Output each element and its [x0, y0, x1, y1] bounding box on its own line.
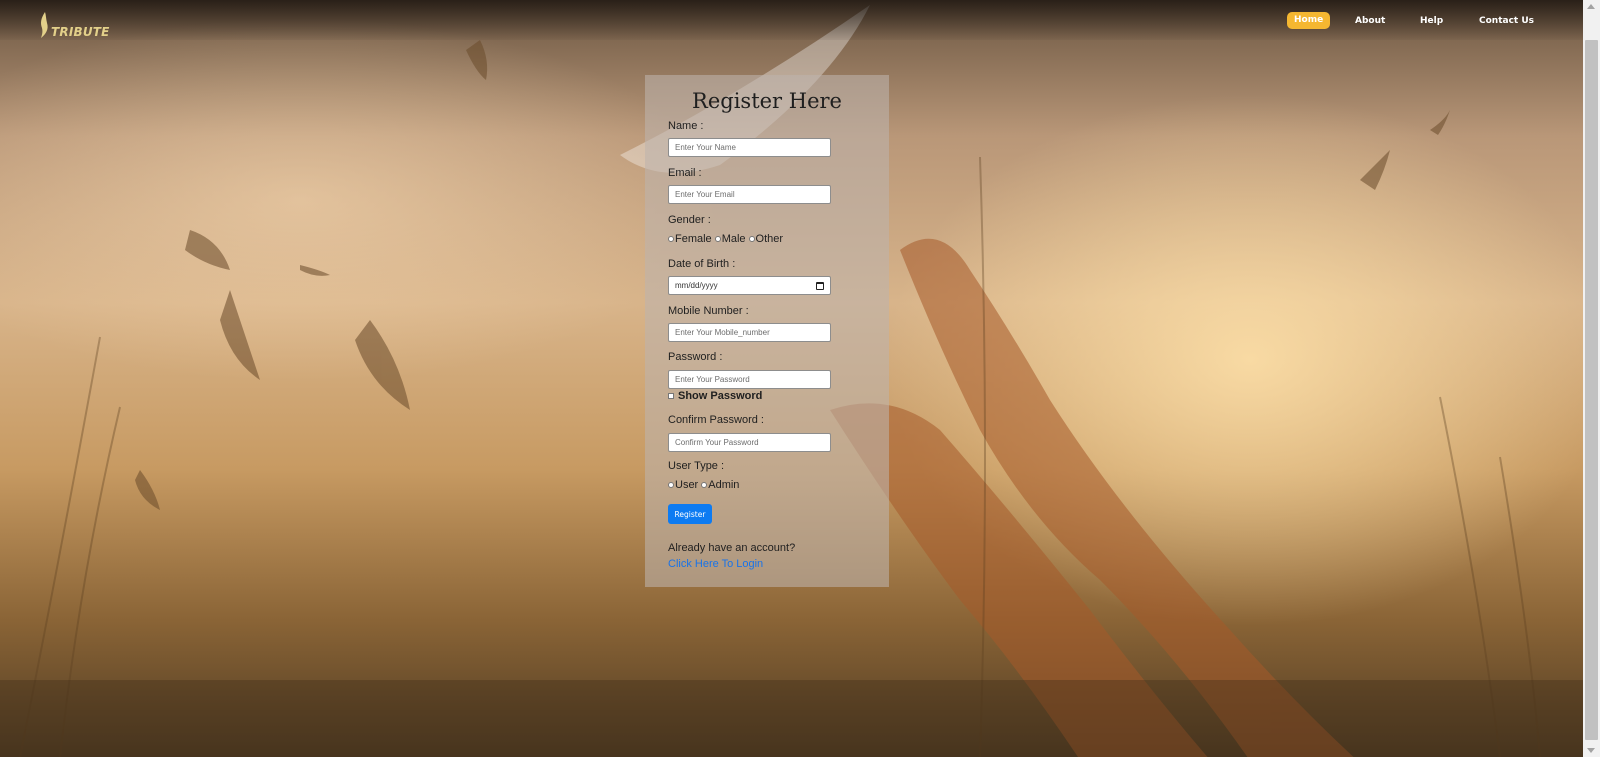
confirm-password-label: Confirm Password : [668, 414, 764, 426]
show-password-checkbox[interactable] [668, 393, 674, 399]
mobile-input[interactable] [668, 323, 831, 342]
brand-name: TRIBUTE [51, 25, 110, 39]
register-button[interactable]: Register [668, 504, 712, 524]
scrollbar[interactable] [1583, 0, 1600, 757]
radio-female-label: Female [675, 233, 712, 245]
gender-label: Gender : [668, 214, 711, 226]
email-input[interactable] [668, 185, 831, 204]
radio-user[interactable] [668, 482, 674, 488]
scroll-thumb[interactable] [1585, 40, 1598, 740]
form-title: Register Here [692, 89, 842, 113]
user-type-options: User Admin [667, 479, 739, 491]
register-form: Register Here Name : Email : Gender : Fe… [645, 75, 889, 587]
nav-contact-us[interactable]: Contact Us [1479, 12, 1534, 30]
user-type-label: User Type : [668, 460, 725, 472]
login-link[interactable]: Click Here To Login [668, 558, 763, 570]
dob-placeholder: mm/dd/yyyy [675, 281, 718, 290]
password-label: Password : [668, 351, 723, 363]
account-prompt: Already have an account? [668, 542, 796, 554]
nav-help[interactable]: Help [1420, 12, 1443, 30]
email-label: Email : [668, 167, 702, 179]
radio-admin[interactable] [701, 482, 708, 488]
page: TRIBUTE Home About Help Contact Us Regis… [0, 0, 1600, 757]
radio-user-label: User [675, 479, 699, 491]
scroll-up-icon[interactable] [1587, 4, 1595, 9]
calendar-icon[interactable] [816, 281, 824, 290]
nav-about[interactable]: About [1355, 12, 1385, 30]
dob-label: Date of Birth : [668, 258, 736, 270]
logo[interactable]: TRIBUTE [40, 12, 110, 38]
scroll-down-icon[interactable] [1587, 748, 1595, 753]
gender-options: Female Male Other [667, 233, 783, 245]
nav-home[interactable]: Home [1287, 12, 1331, 29]
dob-input[interactable]: mm/dd/yyyy [668, 276, 831, 295]
mobile-label: Mobile Number : [668, 305, 749, 317]
name-label: Name : [668, 120, 704, 132]
name-input[interactable] [668, 138, 831, 157]
radio-other-label: Other [755, 233, 784, 245]
navbar: TRIBUTE Home About Help Contact Us [0, 0, 1583, 40]
confirm-password-input[interactable] [668, 433, 831, 452]
show-password: Show Password [668, 390, 762, 402]
password-input[interactable] [668, 370, 831, 389]
show-password-label: Show Password [678, 390, 763, 402]
radio-female[interactable] [668, 236, 674, 242]
flame-icon [41, 12, 48, 38]
radio-admin-label: Admin [708, 479, 740, 491]
radio-other[interactable] [748, 236, 755, 242]
radio-male[interactable] [714, 236, 721, 242]
radio-male-label: Male [721, 233, 746, 245]
